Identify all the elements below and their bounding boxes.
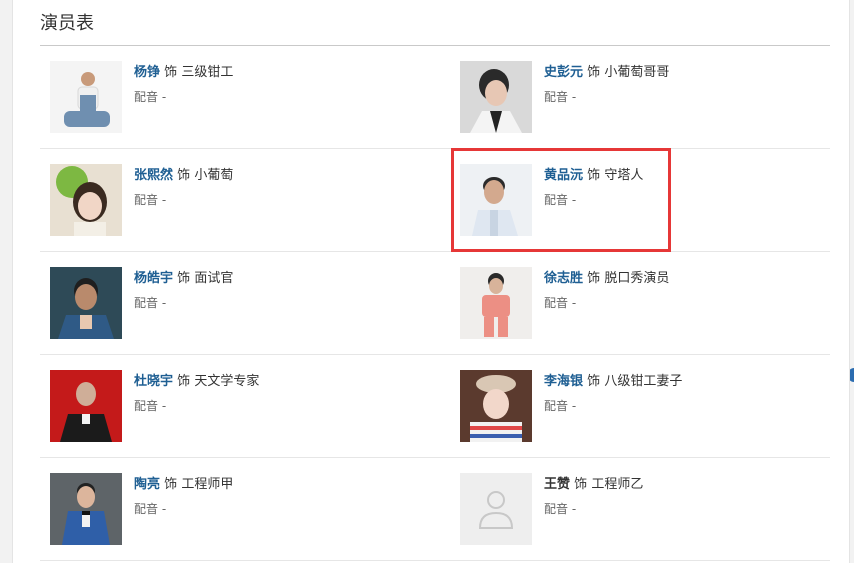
cast-line: 徐志胜 饰 脱口秀演员 <box>544 270 669 288</box>
voice-value: - <box>571 399 577 413</box>
role-connector: 饰 <box>164 65 178 80</box>
actor-name-link[interactable]: 徐志胜 <box>544 271 583 286</box>
cast-line: 张熙然 饰 小葡萄 <box>134 167 233 185</box>
cast-line: 杜晓宇 饰 天文学专家 <box>134 373 259 391</box>
actor-name-link[interactable]: 杨铮 <box>134 65 160 80</box>
cast-line: 杨铮 饰 三级钳工 <box>134 64 233 82</box>
cast-info: 杨铮 饰 三级钳工 配音 - <box>134 64 233 105</box>
voice-label: 配音 <box>544 90 569 104</box>
role-connector: 饰 <box>587 374 601 389</box>
cast-card: 杜晓宇 饰 天文学专家 配音 - <box>40 355 435 457</box>
role-connector: 饰 <box>164 477 178 492</box>
role-connector: 饰 <box>177 168 191 183</box>
cast-row: 杨铮 饰 三级钳工 配音 - 史彭元 饰 小葡萄哥哥 配音 - <box>40 46 830 149</box>
cast-card: 杨皓宇 饰 面试官 配音 - <box>40 252 435 354</box>
actor-name-link[interactable]: 陶亮 <box>134 477 160 492</box>
role-name: 脱口秀演员 <box>604 271 670 286</box>
cast-info: 李海银 饰 八级钳工妻子 配音 - <box>544 373 682 414</box>
cast-info: 徐志胜 饰 脱口秀演员 配音 - <box>544 270 669 311</box>
voice-label: 配音 <box>134 193 159 207</box>
actor-photo[interactable] <box>460 370 532 442</box>
role-name: 三级钳工 <box>181 65 234 80</box>
voice-value: - <box>161 193 167 207</box>
cast-line: 陶亮 饰 工程师甲 <box>134 476 233 494</box>
actor-name-link[interactable]: 张熙然 <box>134 168 173 183</box>
cast-card: 陶亮 饰 工程师甲 配音 - <box>40 458 435 560</box>
cast-line: 李海银 饰 八级钳工妻子 <box>544 373 682 391</box>
voice-value: - <box>571 90 577 104</box>
cast-info: 张熙然 饰 小葡萄 配音 - <box>134 167 233 208</box>
role-connector: 饰 <box>177 374 191 389</box>
actor-name: 王赞 <box>544 477 571 492</box>
cast-line: 王赞 饰 工程师乙 <box>544 476 643 494</box>
actor-photo[interactable] <box>50 164 122 236</box>
role-name: 八级钳工妻子 <box>604 374 683 389</box>
actor-photo[interactable] <box>460 267 532 339</box>
actor-photo[interactable] <box>50 61 122 133</box>
role-name: 小葡萄 <box>194 168 234 183</box>
cast-info: 杨皓宇 饰 面试官 配音 - <box>134 270 233 311</box>
cast-row: 杨皓宇 饰 面试官 配音 - 徐志胜 饰 脱口秀演员 配音 - <box>40 252 830 355</box>
role-connector: 饰 <box>587 65 601 80</box>
actor-name-link[interactable]: 杨皓宇 <box>134 271 173 286</box>
voice-line: 配音 - <box>544 295 669 311</box>
cast-card: 李海银 饰 八级钳工妻子 配音 - <box>450 355 845 457</box>
cast-row: 杜晓宇 饰 天文学专家 配音 - 李海银 饰 八级钳工妻子 配音 - <box>40 355 830 458</box>
cast-card: 史彭元 饰 小葡萄哥哥 配音 - <box>450 46 845 148</box>
voice-line: 配音 - <box>134 89 233 105</box>
cast-grid: 杨铮 饰 三级钳工 配音 - 史彭元 饰 小葡萄哥哥 配音 - 张熙然 饰 小葡… <box>40 46 830 561</box>
actor-photo[interactable] <box>50 473 122 545</box>
cast-line: 杨皓宇 饰 面试官 <box>134 270 233 288</box>
role-name: 工程师乙 <box>591 477 644 492</box>
highlight-box <box>451 148 671 252</box>
cast-card: 张熙然 饰 小葡萄 配音 - <box>40 149 435 251</box>
section-title: 演员表 <box>40 13 94 34</box>
role-connector: 饰 <box>587 271 601 286</box>
voice-line: 配音 - <box>544 89 669 105</box>
role-name: 工程师甲 <box>181 477 234 492</box>
voice-value: - <box>161 399 167 413</box>
actor-name-link[interactable]: 史彭元 <box>544 65 583 80</box>
voice-label: 配音 <box>544 502 569 516</box>
cast-info: 陶亮 饰 工程师甲 配音 - <box>134 476 233 517</box>
cast-card: 杨铮 饰 三级钳工 配音 - <box>40 46 435 148</box>
voice-label: 配音 <box>134 90 159 104</box>
cast-card: 王赞 饰 工程师乙 配音 - <box>450 458 845 560</box>
voice-label: 配音 <box>134 296 159 310</box>
role-name: 小葡萄哥哥 <box>604 65 670 80</box>
cast-row: 陶亮 饰 工程师甲 配音 - 王赞 饰 工程师乙 配音 - <box>40 458 830 561</box>
voice-label: 配音 <box>544 399 569 413</box>
cast-line: 史彭元 饰 小葡萄哥哥 <box>544 64 669 82</box>
voice-value: - <box>161 90 167 104</box>
voice-line: 配音 - <box>134 192 233 208</box>
role-name: 面试官 <box>194 271 234 286</box>
actor-name-link[interactable]: 杜晓宇 <box>134 374 173 389</box>
voice-line: 配音 - <box>134 398 259 414</box>
cast-row: 张熙然 饰 小葡萄 配音 - 黄品沅 饰 守塔人 配音 - <box>40 149 830 252</box>
role-connector: 饰 <box>177 271 191 286</box>
actor-photo[interactable] <box>460 61 532 133</box>
voice-line: 配音 - <box>544 398 682 414</box>
actor-name-link[interactable]: 李海银 <box>544 374 583 389</box>
actor-photo[interactable] <box>50 267 122 339</box>
voice-line: 配音 - <box>544 501 643 517</box>
voice-line: 配音 - <box>134 501 233 517</box>
voice-line: 配音 - <box>134 295 233 311</box>
cast-info: 杜晓宇 饰 天文学专家 配音 - <box>134 373 259 414</box>
avatar-placeholder-icon <box>460 473 532 545</box>
actor-photo[interactable] <box>50 370 122 442</box>
voice-value: - <box>571 502 577 516</box>
voice-value: - <box>161 296 167 310</box>
voice-value: - <box>571 296 577 310</box>
role-connector: 饰 <box>574 477 588 492</box>
cast-info: 史彭元 饰 小葡萄哥哥 配音 - <box>544 64 669 105</box>
voice-label: 配音 <box>134 502 159 516</box>
cast-info: 王赞 饰 工程师乙 配音 - <box>544 476 643 517</box>
role-name: 天文学专家 <box>194 374 260 389</box>
voice-label: 配音 <box>544 296 569 310</box>
voice-value: - <box>161 502 167 516</box>
voice-label: 配音 <box>134 399 159 413</box>
cast-card: 徐志胜 饰 脱口秀演员 配音 - <box>450 252 845 354</box>
